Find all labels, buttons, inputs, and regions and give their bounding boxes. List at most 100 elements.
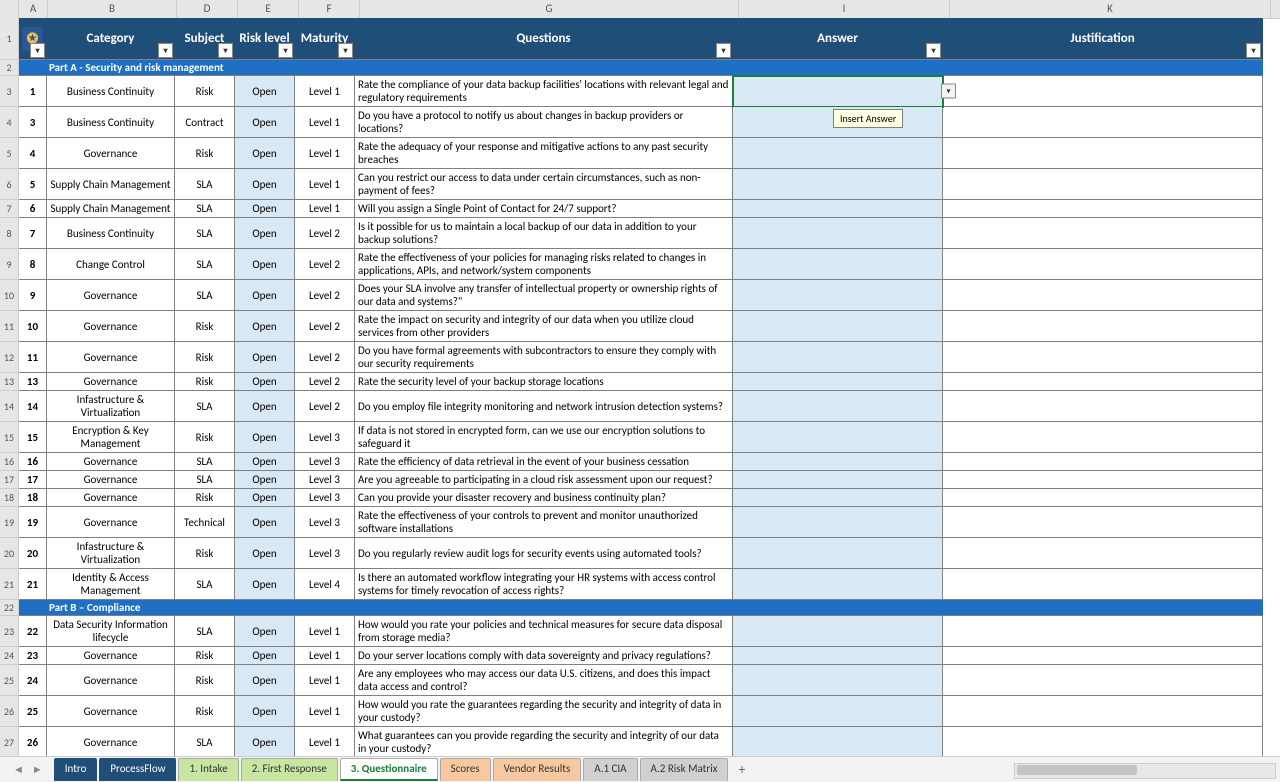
row-number[interactable]: 1	[0, 18, 19, 60]
cell-subject[interactable]: Risk	[175, 342, 235, 373]
cell-risk-level[interactable]: Open	[235, 569, 295, 600]
cell-maturity[interactable]: Level 2	[295, 218, 355, 249]
cell-answer[interactable]	[733, 218, 943, 249]
cell-justification[interactable]	[943, 696, 1263, 727]
tab-nav-last-icon[interactable]: ►	[29, 763, 46, 776]
row-index[interactable]: 20	[19, 538, 47, 569]
cell-justification[interactable]	[943, 569, 1263, 600]
cell-maturity[interactable]: Level 2	[295, 391, 355, 422]
cell-justification[interactable]	[943, 538, 1263, 569]
cell-subject[interactable]: SLA	[175, 616, 235, 647]
row-number[interactable]: 21	[0, 569, 19, 600]
cell-category[interactable]: Supply Chain Management	[47, 169, 175, 200]
cell-subject[interactable]: SLA	[175, 249, 235, 280]
cell-category[interactable]: Governance	[47, 311, 175, 342]
cell-answer[interactable]	[733, 391, 943, 422]
row-index[interactable]: 9	[19, 280, 47, 311]
cell-justification[interactable]	[943, 727, 1263, 757]
cell-question[interactable]: Do your server locations comply with dat…	[355, 647, 733, 665]
cell-category[interactable]: Governance	[47, 507, 175, 538]
cell-risk-level[interactable]: Open	[235, 391, 295, 422]
dropdown-icon[interactable]: ▾	[941, 84, 956, 99]
cell-question[interactable]: Will you assign a Single Point of Contac…	[355, 200, 733, 218]
cell-category[interactable]: Infastructure & Virtualization	[47, 391, 175, 422]
cell-answer[interactable]	[733, 727, 943, 757]
row-index[interactable]: 25	[19, 696, 47, 727]
row-index[interactable]: 19	[19, 507, 47, 538]
cell-answer[interactable]	[733, 422, 943, 453]
row-number[interactable]: 27	[0, 727, 19, 757]
row-number[interactable]: 20	[0, 538, 19, 569]
col-header[interactable]: F	[299, 0, 360, 18]
row-index[interactable]: 13	[19, 373, 47, 391]
cell-risk-level[interactable]: Open	[235, 373, 295, 391]
row-index[interactable]: 7	[19, 218, 47, 249]
cell-maturity[interactable]: Level 3	[295, 471, 355, 489]
add-sheet-button[interactable]: +	[730, 763, 753, 777]
cell-maturity[interactable]: Level 1	[295, 138, 355, 169]
cell-subject[interactable]: Risk	[175, 538, 235, 569]
row-index[interactable]: 6	[19, 200, 47, 218]
tab-nav-first-icon[interactable]: ◄	[10, 763, 27, 776]
row-number[interactable]: 7	[0, 200, 19, 218]
cell-subject[interactable]: Risk	[175, 665, 235, 696]
header-subject[interactable]: Subject▾	[175, 18, 235, 60]
cell-category[interactable]: Governance	[47, 727, 175, 757]
filter-dropdown-icon[interactable]: ▾	[338, 43, 353, 58]
cell-risk-level[interactable]: Open	[235, 169, 295, 200]
row-number[interactable]: 19	[0, 507, 19, 538]
row-number[interactable]: 16	[0, 453, 19, 471]
cell-category[interactable]: Business Continuity	[47, 218, 175, 249]
row-number[interactable]: 24	[0, 647, 19, 665]
cell-justification[interactable]	[943, 280, 1263, 311]
cell-subject[interactable]: Risk	[175, 489, 235, 507]
row-number[interactable]: 5	[0, 138, 19, 169]
cell-question[interactable]: Rate the compliance of your data backup …	[355, 76, 733, 107]
cell-maturity[interactable]: Level 2	[295, 280, 355, 311]
row-number[interactable]: 3	[0, 76, 19, 107]
filter-dropdown-icon[interactable]: ▾	[218, 43, 233, 58]
cell-question[interactable]: How would you rate the guarantees regard…	[355, 696, 733, 727]
cell-category[interactable]: Governance	[47, 471, 175, 489]
filter-dropdown-icon[interactable]: ▾	[1246, 43, 1261, 58]
cell-category[interactable]: Governance	[47, 665, 175, 696]
row-index[interactable]: 11	[19, 342, 47, 373]
cell-risk-level[interactable]: Open	[235, 471, 295, 489]
filter-dropdown-icon[interactable]: ▾	[158, 43, 173, 58]
cell-justification[interactable]	[943, 489, 1263, 507]
cell-question[interactable]: Rate the effectiveness of your controls …	[355, 507, 733, 538]
cell-risk-level[interactable]: Open	[235, 647, 295, 665]
cell-subject[interactable]: Risk	[175, 373, 235, 391]
row-index[interactable]: 1	[19, 76, 47, 107]
cell-risk-level[interactable]: Open	[235, 218, 295, 249]
cell-maturity[interactable]: Level 3	[295, 489, 355, 507]
cell-question[interactable]: If data is not stored in encrypted form,…	[355, 422, 733, 453]
sheet-tab[interactable]: A.1 CIA	[583, 758, 637, 781]
cell-category[interactable]: Governance	[47, 342, 175, 373]
header-risk-level[interactable]: Risk level▾	[235, 18, 295, 60]
cell-subject[interactable]: Risk	[175, 138, 235, 169]
sheet-tab[interactable]: 1. Intake	[178, 758, 238, 781]
cell-maturity[interactable]: Level 1	[295, 616, 355, 647]
cell-justification[interactable]	[943, 169, 1263, 200]
row-index[interactable]: 23	[19, 647, 47, 665]
cell-answer[interactable]	[733, 200, 943, 218]
cell-category[interactable]: Identity & Access Management	[47, 569, 175, 600]
cell-answer[interactable]	[733, 249, 943, 280]
cell-justification[interactable]	[943, 342, 1263, 373]
cell-category[interactable]: Business Continuity	[47, 76, 175, 107]
row-index[interactable]: 16	[19, 453, 47, 471]
cell-risk-level[interactable]: Open	[235, 453, 295, 471]
cell-subject[interactable]: Risk	[175, 311, 235, 342]
cell-answer[interactable]	[733, 647, 943, 665]
header-questions[interactable]: Questions▾	[355, 18, 733, 60]
cell-category[interactable]: Supply Chain Management	[47, 200, 175, 218]
cell-subject[interactable]: SLA	[175, 218, 235, 249]
cell-question[interactable]: Rate the impact on security and integrit…	[355, 311, 733, 342]
row-index[interactable]: 10	[19, 311, 47, 342]
cell-justification[interactable]	[943, 647, 1263, 665]
row-index[interactable]: 14	[19, 391, 47, 422]
cell-subject[interactable]: Risk	[175, 696, 235, 727]
row-index[interactable]: 18	[19, 489, 47, 507]
cell-answer[interactable]	[733, 138, 943, 169]
